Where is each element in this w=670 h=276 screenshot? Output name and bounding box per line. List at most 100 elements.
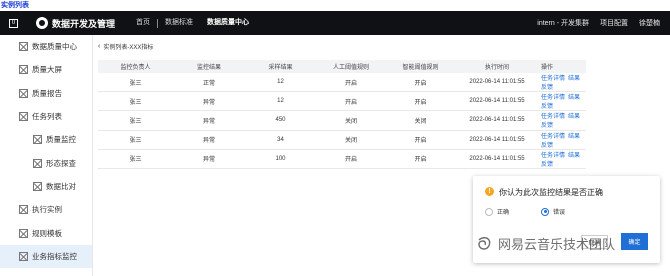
task-detail-link[interactable]: 任务详情 xyxy=(541,76,565,82)
chevron-left-icon[interactable]: ‹ xyxy=(98,43,100,50)
column-header: 人工阈值规则 xyxy=(332,65,369,71)
manual-rule-cell: 关闭 xyxy=(344,138,357,145)
sidebar-item-label: 规则模板 xyxy=(32,228,62,238)
confirm-button[interactable]: 确定 xyxy=(621,233,648,250)
task-detail-link[interactable]: 任务详情 xyxy=(541,134,565,140)
watermark: 网易云音乐技术团队 xyxy=(476,234,615,253)
smart-rule-cell: 开启 xyxy=(414,157,427,164)
exec-time-cell: 2022-06-14 11:01:55 xyxy=(469,117,525,124)
result-cell: 异常 xyxy=(202,99,215,106)
project-config-link[interactable]: 项目配置 xyxy=(600,18,628,28)
column-header: 采样结果 xyxy=(268,65,293,71)
sidebar-item-label: 执行实例 xyxy=(32,205,62,215)
table-row: 张三 异常 450 关闭 关闭 2022-06-14 11:01:55 任务详情… xyxy=(98,111,586,131)
actions-cell: 任务详情 结果反馈 xyxy=(539,150,586,168)
sidebar-item-data-quality-center[interactable]: 数据质量中心 xyxy=(0,35,92,58)
table-row: 张三 异常 12 开启 开启 2022-06-14 11:01:55 任务详情结… xyxy=(98,92,586,112)
user-name[interactable]: 徐楚楠 xyxy=(639,18,660,28)
owner-cell: 张三 xyxy=(129,118,142,125)
brand-icon xyxy=(36,17,48,29)
sidebar-item-rule-templates[interactable]: 规则模板 xyxy=(0,221,92,244)
sidebar-item-quality-dashboard[interactable]: 质量大屏 xyxy=(0,58,92,81)
smart-rule-cell: 开启 xyxy=(414,80,427,87)
radio-incorrect-label[interactable]: 错误 xyxy=(553,207,565,216)
exec-time-cell: 2022-06-14 11:01:55 xyxy=(469,155,525,162)
cluster-selector[interactable]: intern - 开发集群 xyxy=(537,18,589,28)
sidebar-item-data-compare[interactable]: 数据比对 xyxy=(0,175,92,198)
placeholder-icon xyxy=(33,181,42,191)
column-header: 操作 xyxy=(541,65,554,71)
nav-item-home[interactable]: 首页 xyxy=(129,11,157,35)
actions-cell: 任务详情 结果反馈 xyxy=(539,111,586,129)
owner-cell: 张三 xyxy=(129,138,142,145)
exec-time-cell: 2022-06-14 11:01:55 xyxy=(469,98,525,105)
sidebar-item-label: 形态探查 xyxy=(46,158,76,168)
actions-cell: 任务详情 结果反馈 xyxy=(539,73,586,91)
placeholder-icon xyxy=(19,65,28,75)
sidebar-item-quality-report[interactable]: 质量报告 xyxy=(0,82,92,105)
actions-cell: 任务详情 结果反馈 xyxy=(539,131,586,149)
warning-icon: ! xyxy=(485,187,494,196)
app-logo-icon[interactable]: 0 xyxy=(9,18,18,28)
placeholder-icon xyxy=(19,205,28,215)
sample-cell: 34 xyxy=(277,136,284,143)
column-header: 监控负责人 xyxy=(120,65,151,71)
radio-correct[interactable] xyxy=(485,207,493,216)
column-header: 智能阈值规则 xyxy=(402,65,439,71)
smart-rule-cell: 开启 xyxy=(414,99,427,106)
sample-cell: 100 xyxy=(275,155,286,162)
dialog-title: 你认为此次监控结果是否正确 xyxy=(499,188,603,197)
table-row: 张三 异常 34 关闭 开启 2022-06-14 11:01:55 任务详情结… xyxy=(98,131,586,150)
brand-title[interactable]: 数据开发及管理 xyxy=(52,17,115,30)
actions-cell: 任务详情 结果反馈 xyxy=(539,92,586,110)
nav-item-data-quality-center[interactable]: 数据质量中心 xyxy=(200,11,256,35)
radio-incorrect[interactable] xyxy=(541,207,550,216)
placeholder-icon xyxy=(19,42,28,52)
result-cell: 异常 xyxy=(202,118,215,125)
sidebar-item-task-list[interactable]: 任务列表 xyxy=(0,105,92,128)
owner-cell: 张三 xyxy=(129,80,142,87)
placeholder-icon xyxy=(19,228,28,238)
sample-cell: 12 xyxy=(277,79,284,86)
result-cell: 正常 xyxy=(202,80,215,87)
instance-table: 监控负责人 监控结果 采样结果 人工阈值规则 智能阈值规则 执行时间 操作 张三… xyxy=(98,60,586,169)
exec-time-cell: 2022-06-14 11:01:55 xyxy=(469,79,525,86)
exec-time-cell: 2022-06-14 11:01:55 xyxy=(469,136,525,143)
sidebar: 数据质量中心 质量大屏 质量报告 任务列表 质量监控 形态探查 数据比对 执行实… xyxy=(0,35,93,276)
page-label: 实例列表 xyxy=(1,2,29,9)
placeholder-icon xyxy=(19,112,28,122)
task-detail-link[interactable]: 任务详情 xyxy=(541,95,565,101)
breadcrumb: ‹ 实例列表-XXX指标 xyxy=(98,42,153,51)
sidebar-item-label: 质量大屏 xyxy=(32,65,62,75)
sidebar-item-profile-explore[interactable]: 形态探查 xyxy=(0,151,92,174)
nav-item-data-standard[interactable]: 数据标准 xyxy=(158,11,200,35)
top-right-menu: intern - 开发集群 项目配置 徐楚楠 xyxy=(526,18,670,28)
top-navigation-bar: 0 数据开发及管理 首页 数据标准 数据质量中心 intern - 开发集群 项… xyxy=(0,11,670,35)
manual-rule-cell: 关闭 xyxy=(344,118,357,125)
sidebar-item-label: 质量监控 xyxy=(46,135,76,145)
table-row: 张三 正常 12 开启 开启 2022-06-14 11:01:55 任务详情结… xyxy=(98,73,586,93)
result-cell: 异常 xyxy=(202,157,215,164)
owner-cell: 张三 xyxy=(129,99,142,106)
sidebar-item-execution-instances[interactable]: 执行实例 xyxy=(0,198,92,221)
sidebar-item-business-metric-monitor[interactable]: 业务指标监控 xyxy=(0,244,92,268)
sidebar-item-quality-monitor[interactable]: 质量监控 xyxy=(0,128,92,151)
breadcrumb-text: 实例列表-XXX指标 xyxy=(103,45,154,51)
sidebar-item-label: 任务列表 xyxy=(32,112,62,122)
result-cell: 异常 xyxy=(202,138,215,145)
column-header: 执行时间 xyxy=(484,65,509,71)
manual-rule-cell: 开启 xyxy=(344,157,357,164)
sample-cell: 450 xyxy=(275,117,286,124)
netease-cloud-music-logo-icon xyxy=(478,236,491,250)
watermark-text: 网易云音乐技术团队 xyxy=(498,237,616,252)
smart-rule-cell: 开启 xyxy=(414,138,427,145)
manual-rule-cell: 开启 xyxy=(344,80,357,87)
radio-correct-label[interactable]: 正确 xyxy=(497,207,509,216)
smart-rule-cell: 关闭 xyxy=(414,118,427,125)
task-detail-link[interactable]: 任务详情 xyxy=(541,153,565,159)
owner-cell: 张三 xyxy=(129,157,142,164)
sample-cell: 12 xyxy=(277,98,284,105)
sidebar-item-label: 业务指标监控 xyxy=(32,251,77,261)
sidebar-item-label: 质量报告 xyxy=(32,88,62,98)
task-detail-link[interactable]: 任务详情 xyxy=(541,114,565,120)
